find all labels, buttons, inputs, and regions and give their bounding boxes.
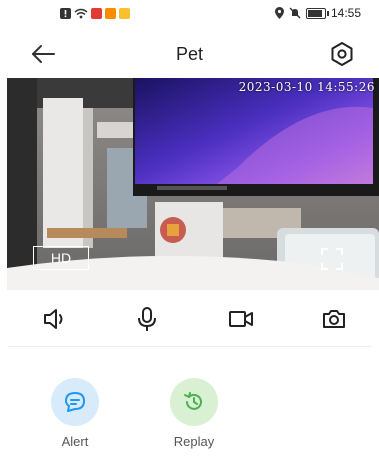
app-icon-orange [105, 8, 116, 19]
status-time: 14:55 [330, 6, 361, 20]
snapshot-icon[interactable] [321, 306, 347, 332]
divider [8, 346, 371, 347]
status-bar: 14:55 [0, 0, 379, 30]
video-feed[interactable]: 2023-03-10 14:55:26 HD [7, 78, 379, 290]
fullscreen-icon[interactable] [321, 248, 343, 270]
replay-label: Replay [173, 434, 215, 449]
video-timestamp: 2023-03-10 14:55:26 [238, 80, 375, 94]
control-bar [0, 300, 379, 340]
history-icon [184, 392, 202, 410]
alert-circle [51, 378, 99, 426]
header: Pet [0, 36, 379, 72]
chat-bubble-icon [65, 392, 85, 412]
record-video-icon[interactable] [228, 306, 254, 332]
mute-icon [289, 7, 301, 19]
location-icon [274, 7, 284, 19]
speaker-icon[interactable] [42, 306, 68, 332]
alert-label: Alert [61, 434, 89, 449]
gear-icon[interactable] [329, 41, 355, 67]
quality-toggle-button[interactable]: HD [33, 246, 89, 270]
alert-button[interactable]: Alert [40, 378, 110, 449]
status-bar-right: 14:55 [274, 6, 361, 20]
status-bar-left [60, 8, 130, 19]
battery-icon [305, 7, 329, 19]
app-icon-red [91, 8, 102, 19]
app-icon-yellow [119, 8, 130, 19]
page-title: Pet [175, 44, 204, 64]
microphone-icon[interactable] [134, 306, 160, 332]
replay-circle [170, 378, 218, 426]
alert-icon [60, 8, 71, 19]
replay-button[interactable]: Replay [159, 378, 229, 449]
wifi-icon [74, 8, 88, 19]
